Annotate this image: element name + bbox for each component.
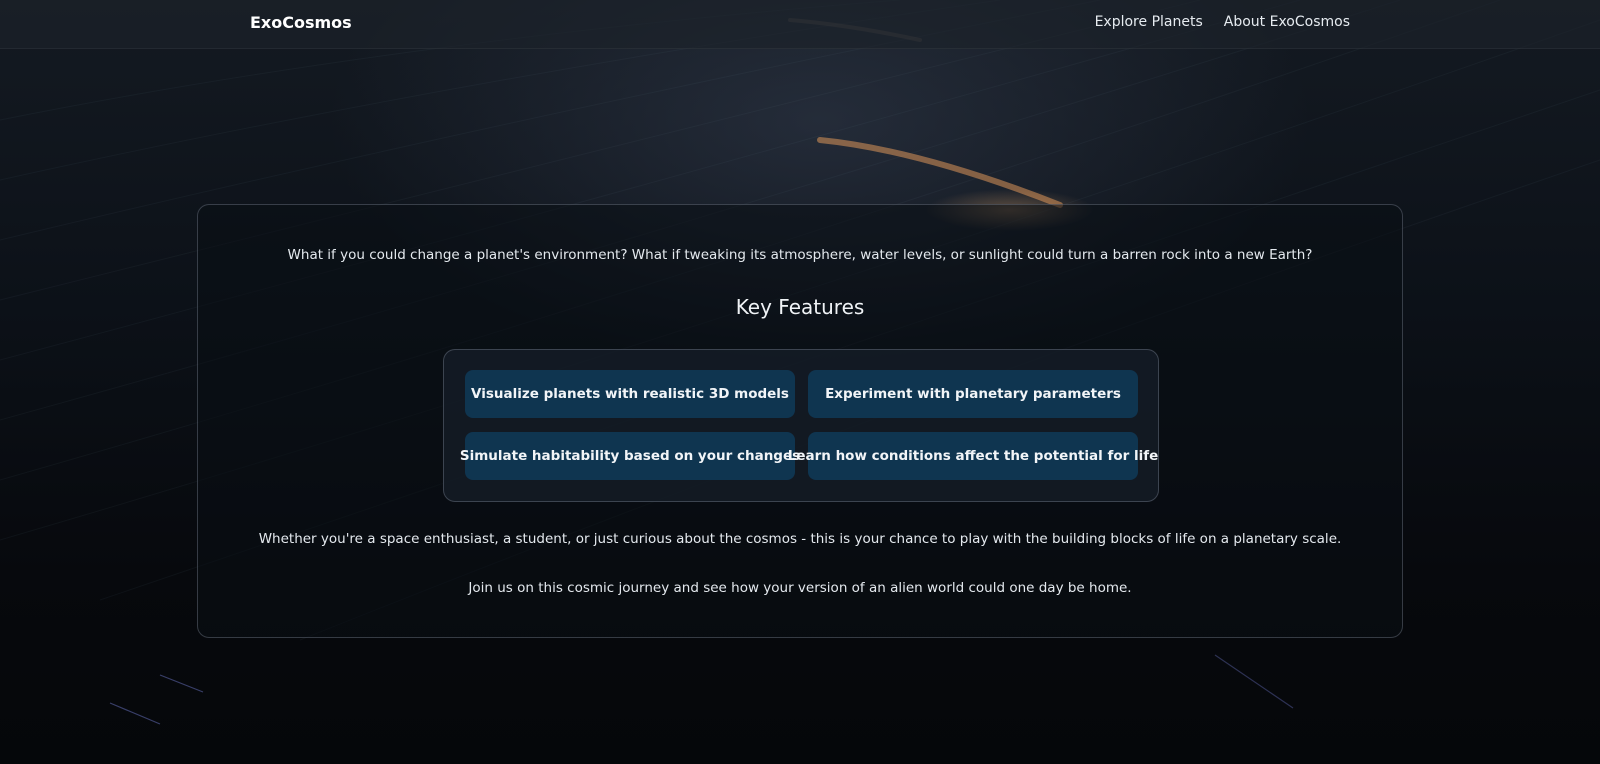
nav-link-explore-planets[interactable]: Explore Planets [1095, 14, 1203, 30]
intro-card: What if you could change a planet's envi… [197, 204, 1403, 638]
nav-links: Explore Planets About ExoCosmos [1095, 14, 1350, 30]
feature-learn-conditions[interactable]: Learn how conditions affect the potentia… [788, 432, 1158, 480]
feature-simulate-habitability[interactable]: Simulate habitability based on your chan… [460, 432, 800, 480]
outro-text-journey: Join us on this cosmic journey and see h… [468, 580, 1132, 596]
intro-text: What if you could change a planet's envi… [287, 247, 1313, 263]
feature-visualize-3d-models[interactable]: Visualize planets with realistic 3D mode… [465, 370, 795, 418]
nav-link-about-exocosmos[interactable]: About ExoCosmos [1224, 14, 1350, 30]
features-panel: Visualize planets with realistic 3D mode… [443, 349, 1159, 502]
outro-text-enthusiast: Whether you're a space enthusiast, a stu… [258, 531, 1342, 547]
brand-logo[interactable]: ExoCosmos [250, 13, 352, 32]
feature-experiment-parameters[interactable]: Experiment with planetary parameters [808, 370, 1138, 418]
top-navbar: ExoCosmos Explore Planets About ExoCosmo… [0, 0, 1600, 49]
key-features-heading: Key Features [735, 295, 865, 319]
